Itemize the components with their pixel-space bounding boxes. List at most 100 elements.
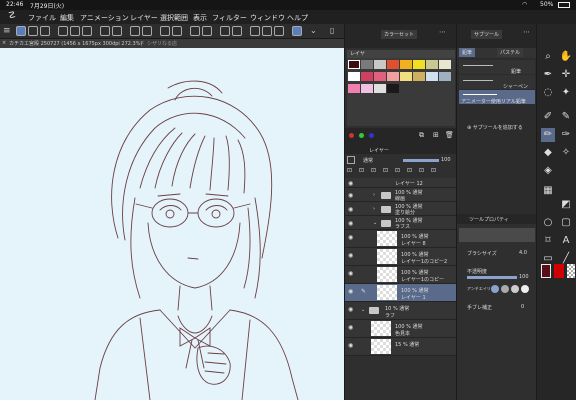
layer-row[interactable]: ◉ 100 % 通常 レイヤー1のコピー xyxy=(345,266,457,284)
canvas-tab-inactive[interactable]: シザリなる店 xyxy=(147,40,177,47)
menu-view[interactable]: 表示 xyxy=(193,13,207,23)
swatch[interactable] xyxy=(413,60,425,69)
clear-icon[interactable] xyxy=(130,26,140,36)
swatch[interactable] xyxy=(439,60,451,69)
draft-icon[interactable]: ⊡ xyxy=(383,167,388,174)
eye-icon[interactable]: ◉ xyxy=(348,220,353,227)
swatch[interactable] xyxy=(374,72,386,81)
swatch[interactable] xyxy=(374,84,386,93)
swatch[interactable] xyxy=(400,72,412,81)
eye-icon[interactable]: ◉ xyxy=(348,324,353,331)
ruler-toggle-icon[interactable] xyxy=(250,26,260,36)
move-icon[interactable]: ✛ xyxy=(559,68,573,82)
ruler-layer-icon[interactable]: ⊡ xyxy=(407,167,412,174)
eye-icon[interactable]: ◉ xyxy=(348,270,353,277)
menu-layer[interactable]: レイヤー xyxy=(130,13,158,23)
eye-icon[interactable]: ◉ xyxy=(348,192,353,199)
menu-selection[interactable]: 選択範囲 xyxy=(160,13,188,23)
eye-icon[interactable]: ◉ xyxy=(348,288,353,295)
save-icon[interactable] xyxy=(82,26,92,36)
layer-row[interactable]: ◉ ⌄ 100 % 通常 ラフス xyxy=(345,216,457,230)
subtool-item[interactable]: 鉛筆 xyxy=(459,60,535,75)
folder-toggle-icon[interactable]: ⌄ xyxy=(361,307,365,313)
menu-edit[interactable]: 編集 xyxy=(60,13,74,23)
swatch[interactable] xyxy=(348,84,360,93)
text-icon[interactable]: A xyxy=(559,234,573,248)
swatch[interactable] xyxy=(348,60,360,69)
fill-icon[interactable]: ◈ xyxy=(541,164,555,178)
eye-icon[interactable]: ◉ xyxy=(348,306,353,313)
invert-selection-icon[interactable] xyxy=(172,26,182,36)
layer-row[interactable]: ◉ 100 % 通常 色見本 xyxy=(345,320,457,338)
menu-window[interactable]: ウィンドウ xyxy=(250,13,285,23)
close-tab2-icon[interactable]: × xyxy=(140,40,144,46)
copy-icon[interactable]: ⧉ xyxy=(419,131,424,140)
close-tab-icon[interactable]: × xyxy=(2,40,6,46)
swatch[interactable] xyxy=(387,84,399,93)
snap-icon[interactable] xyxy=(262,26,272,36)
layer-row-selected[interactable]: ◉ ✎ 100 % 通常 レイヤー 1 xyxy=(345,284,457,302)
crop-icon[interactable] xyxy=(202,26,212,36)
swatch[interactable] xyxy=(361,72,373,81)
frame-icon[interactable]: ▢ xyxy=(559,216,573,230)
clip-icon[interactable]: ⊡ xyxy=(359,167,364,174)
ruler-icon[interactable]: ⌑ xyxy=(541,234,555,248)
transparent-color-swatch[interactable] xyxy=(567,264,575,278)
transform-icon[interactable] xyxy=(220,26,230,36)
settings-icon[interactable] xyxy=(292,26,302,36)
tab-pastel[interactable]: パステル xyxy=(497,48,524,57)
blue-dot-icon[interactable] xyxy=(369,133,374,138)
opacity-value[interactable]: 100 xyxy=(441,157,451,163)
swatch[interactable] xyxy=(426,72,438,81)
reference-icon[interactable]: ⊡ xyxy=(371,167,376,174)
tab-pencil[interactable]: 鉛筆 xyxy=(459,48,476,57)
blend-icon[interactable] xyxy=(347,156,355,164)
mask-icon[interactable]: ⊡ xyxy=(395,167,400,174)
tab-subtool[interactable]: サブツール xyxy=(471,30,503,39)
menu-filter[interactable]: フィルター xyxy=(212,13,247,23)
folder-toggle-icon[interactable]: › xyxy=(373,206,375,212)
swatch[interactable] xyxy=(413,72,425,81)
eye-icon[interactable]: ◉ xyxy=(348,342,353,349)
swatch[interactable] xyxy=(400,60,412,69)
app-logo-icon[interactable]: ☡ xyxy=(8,11,16,21)
trash-icon[interactable]: 🗑 xyxy=(445,131,454,139)
layer-row[interactable]: ◉ 100 % 通常 レイヤー 8 xyxy=(345,230,457,248)
hamburger-menu-icon[interactable]: ≡ xyxy=(3,26,13,36)
opacity-slider[interactable] xyxy=(467,276,517,279)
eye-icon[interactable]: ◉ xyxy=(348,234,353,241)
pencil-icon[interactable]: ✎ xyxy=(559,110,573,124)
dropdown-icon[interactable] xyxy=(28,26,38,36)
opacity-value[interactable]: 100 xyxy=(519,274,529,280)
layer-color-icon[interactable]: ⊡ xyxy=(419,167,424,174)
show-selection-icon[interactable] xyxy=(190,26,200,36)
swatch[interactable] xyxy=(361,60,373,69)
eraser-icon[interactable]: ◆ xyxy=(541,146,555,160)
pen-mode-icon[interactable] xyxy=(16,26,26,36)
canvas-tab-active[interactable]: カチカエ宮殿 250727 (1456 x 1675px 300dpi 272.… xyxy=(9,40,142,47)
swatch[interactable] xyxy=(387,60,399,69)
swatch[interactable] xyxy=(374,60,386,69)
antialias-mid-icon[interactable] xyxy=(511,285,519,293)
layer-row[interactable]: ◉ ⌄ 10 % 通常 ラフ xyxy=(345,302,457,320)
layer-row[interactable]: ◉ 100 % 通常 レイヤー1のコピー2 xyxy=(345,248,457,266)
flip-icon[interactable] xyxy=(232,26,242,36)
gradient-icon[interactable]: ▦ xyxy=(541,184,555,198)
subtool-item[interactable]: シャーペン xyxy=(459,75,535,90)
folder-toggle-icon[interactable]: › xyxy=(373,192,375,198)
open-icon[interactable] xyxy=(70,26,80,36)
layer-row[interactable]: ◉ 15 % 通常 xyxy=(345,338,457,356)
drawing-canvas[interactable] xyxy=(0,48,344,400)
eye-icon[interactable]: ◉ xyxy=(348,180,353,187)
panel-menu-icon[interactable]: ⋯ xyxy=(523,28,530,36)
antialias-none-icon[interactable] xyxy=(491,285,499,293)
chevron-down-icon[interactable]: ⌄ xyxy=(310,26,320,36)
swatch[interactable] xyxy=(426,60,438,69)
color-set-dropdown[interactable]: レイヤ xyxy=(347,50,455,58)
panel-menu-icon[interactable]: ⋯ xyxy=(439,28,446,36)
green-dot-icon[interactable] xyxy=(359,133,364,138)
red-dot-icon[interactable] xyxy=(349,133,354,138)
grid-icon[interactable] xyxy=(274,26,284,36)
layer-row[interactable]: ◉ › 100 % 通常 線画 xyxy=(345,188,457,202)
antialias-weak-icon[interactable] xyxy=(501,285,509,293)
